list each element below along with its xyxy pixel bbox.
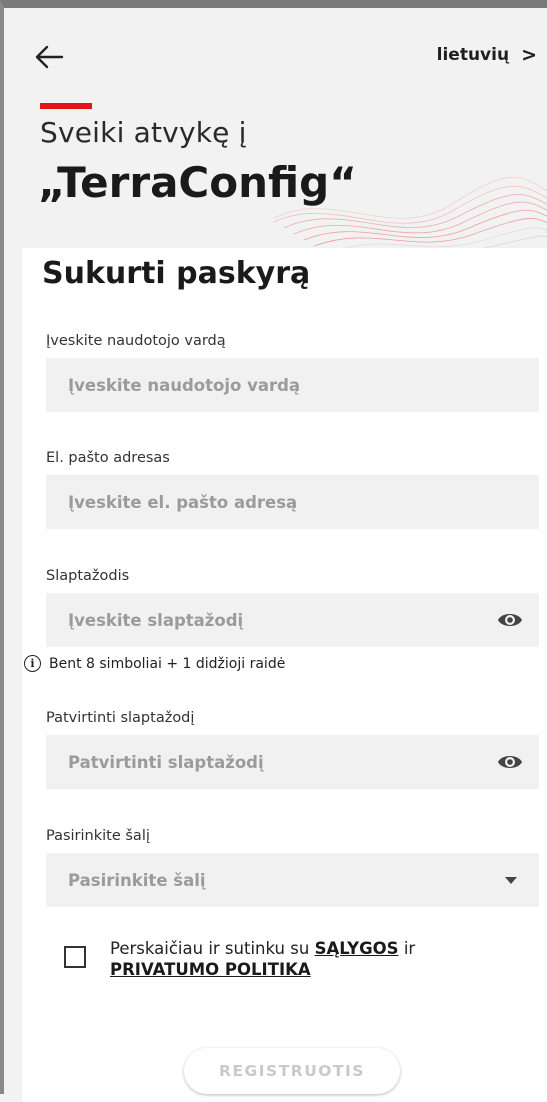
consent-middle: ir [403,939,416,958]
page-title: Sukurti paskyrą [42,256,311,291]
eye-icon[interactable] [497,751,523,773]
info-circle-icon: i [24,655,41,672]
email-placeholder: Įveskite el. pašto adresą [68,492,298,512]
accent-bar [40,103,92,109]
signup-card: Sukurti paskyrą Įveskite naudotojo vardą… [22,248,547,1102]
username-placeholder: Įveskite naudotojo vardą [68,375,301,395]
language-label: lietuvių [436,45,510,65]
chevron-right-icon: > [521,44,537,66]
language-selector[interactable]: lietuvių > [437,41,537,69]
welcome-text: Sveiki atvykę į [40,116,247,149]
country-select[interactable]: Pasirinkite šalį [46,853,539,907]
email-field[interactable]: Įveskite el. pašto adresą [46,475,539,529]
confirm-password-placeholder: Patvirtinti slaptažodį [68,752,264,772]
confirm-password-field[interactable]: Patvirtinti slaptažodį [46,735,539,789]
country-placeholder: Pasirinkite šalį [68,870,206,890]
password-placeholder: Įveskite slaptažodį [68,610,244,630]
app-frame: lietuvių > Sveiki atvykę į „TerraConfig“… [0,0,547,1102]
eye-icon[interactable] [497,609,523,631]
decorative-wave [274,176,547,257]
consent-checkbox[interactable] [64,946,86,968]
caret-down-icon [505,877,517,884]
terms-link[interactable]: SĄLYGOS [315,939,399,958]
username-field[interactable]: Įveskite naudotojo vardą [46,358,539,412]
password-field[interactable]: Įveskite slaptažodį [46,593,539,647]
password-hint: i Bent 8 simboliai + 1 didžioji raidė [24,655,285,672]
privacy-policy-link[interactable]: PRIVATUMO POLITIKA [110,960,311,979]
register-button[interactable]: REGISTRUOTIS [184,1048,400,1094]
consent-text: Perskaičiau ir sutinku su SĄLYGOS ir PRI… [110,938,510,980]
password-hint-text: Bent 8 simboliai + 1 didžioji raidė [49,655,286,672]
confirm-password-label: Patvirtinti slaptažodį [46,710,195,726]
arrow-left-icon[interactable] [34,44,64,70]
consent-prefix: Perskaičiau ir sutinku su [110,939,310,958]
email-label: El. pašto adresas [46,450,170,466]
country-label: Pasirinkite šalį [46,828,150,844]
username-label: Įveskite naudotojo vardą [46,333,226,349]
header: lietuvių > [4,8,547,118]
password-label: Slaptažodis [46,568,130,584]
